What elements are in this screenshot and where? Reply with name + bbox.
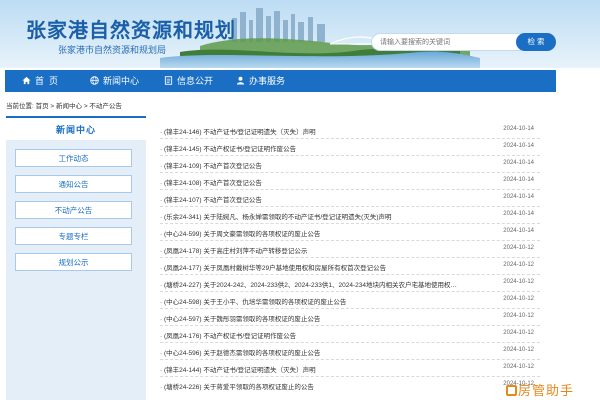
sidebar-item-work-news[interactable]: 工作动态 [15, 149, 132, 167]
news-title[interactable]: · (锦丰24-109) 不动产首次登记公告 [160, 160, 490, 170]
list-item[interactable]: · (乐余24-341) 关于陆婉凡、杨永婵需领取的不动产证书/登记证明遗失(灭… [160, 207, 540, 224]
news-title[interactable]: · (锦丰24-107) 不动产首次登记公告 [160, 194, 490, 204]
news-title[interactable]: · (中心24-599) 关于周文豪需领取的各项权证的废止公告 [160, 228, 490, 238]
news-date: 2024-10-12 [503, 347, 534, 353]
nav-news[interactable]: 新闻中心 [90, 70, 139, 92]
list-item[interactable]: · (中心24-598) 关于王小平、仇培华需领取的各项权证的废止公告 2024-… [160, 292, 540, 309]
news-title[interactable]: · (凤凰24-177) 关于凤凰村戴树华等29户基地使用权和房屋所有权首次登记… [160, 262, 490, 272]
sidebar-item-planning[interactable]: 规划公示 [15, 253, 132, 271]
person-icon [236, 76, 245, 85]
news-title[interactable]: · (凤凰24-178) 关于高庄村刘萍不动产转移登记公示 [160, 245, 490, 255]
news-title[interactable]: · (锦丰24-146) 不动产证书/登记证明遗失（灭失）声明 [160, 126, 490, 136]
news-date: 2024-10-14 [503, 126, 534, 132]
news-date: 2024-10-14 [503, 211, 534, 217]
breadcrumb: 当前位置: 首页 > 新闻中心 > 不动产公告 [6, 103, 122, 110]
news-title[interactable]: · (锦丰24-144) 不动产证书/登记证明遗失（灭失）声明 [160, 364, 490, 374]
list-item[interactable]: · (塘桥24-226) 关于蒋爱平领取的各项权证废止的公告 2024-10-12 [160, 377, 540, 394]
list-item[interactable]: · (锦丰24-107) 不动产首次登记公告 2024-10-14 [160, 190, 540, 207]
watermark-logo-icon [506, 385, 517, 396]
list-item[interactable]: · (锦丰24-144) 不动产证书/登记证明遗失（灭失）声明 2024-10-1… [160, 360, 540, 377]
nav-home-label: 首 页 [35, 76, 59, 86]
list-item[interactable]: · (中心24-599) 关于周文豪需领取的各项权证的废止公告 2024-10-1… [160, 224, 540, 241]
news-title[interactable]: · (乐余24-341) 关于陆婉凡、杨永婵需领取的不动产证书/登记证明遗失(灭… [160, 211, 490, 221]
news-date: 2024-10-12 [503, 330, 534, 336]
news-date: 2024-10-14 [503, 143, 534, 149]
list-item[interactable]: · (锦丰24-145) 不动产权证书/登记证明作废公告 2024-10-14 [160, 139, 540, 156]
list-item[interactable]: · (凤凰24-178) 关于高庄村刘萍不动产转移登记公示 2024-10-12 [160, 241, 540, 258]
news-date: 2024-10-14 [503, 177, 534, 183]
news-title[interactable]: · (锦丰24-108) 不动产首次登记公告 [160, 177, 490, 187]
main-nav: 首 页 新闻中心 信息公开 办事服务 [5, 70, 556, 92]
site-subtitle: 张家港市自然资源和规划局 [58, 45, 167, 55]
globe-icon [90, 76, 99, 85]
news-title[interactable]: · (塘桥24-227) 关于2024-242、2024-233供2、2024-… [160, 279, 490, 289]
nav-service-label: 办事服务 [249, 76, 286, 86]
sidebar-item-notices[interactable]: 通知公告 [15, 175, 132, 193]
list-item[interactable]: · (凤凰24-176) 不动产权证书/登记证明作废公告 2024-10-12 [160, 326, 540, 343]
sidebar-title: 新闻中心 [6, 116, 146, 140]
nav-news-label: 新闻中心 [103, 76, 140, 86]
news-date: 2024-10-14 [503, 160, 534, 166]
watermark: 房管助手 [506, 380, 574, 399]
site-title: 张家港自然资源和规划 [26, 20, 236, 42]
sidebar: 新闻中心 工作动态 通知公告 不动产公告 专题专栏 规划公示 [6, 116, 146, 400]
search-button[interactable]: 检 索 [516, 33, 556, 51]
news-date: 2024-10-12 [503, 313, 534, 319]
news-date: 2024-10-12 [503, 364, 534, 370]
nav-info-label: 信息公开 [177, 76, 214, 86]
watermark-text: 房管助手 [518, 384, 575, 399]
list-item[interactable]: · (锦丰24-109) 不动产首次登记公告 2024-10-14 [160, 156, 540, 173]
news-title[interactable]: · (锦丰24-145) 不动产权证书/登记证明作废公告 [160, 143, 490, 153]
news-date: 2024-10-14 [503, 194, 534, 200]
nav-home[interactable]: 首 页 [22, 70, 58, 92]
list-item[interactable]: · (锦丰24-146) 不动产证书/登记证明遗失（灭失）声明 2024-10-1… [160, 122, 540, 139]
list-item[interactable]: · (塘桥24-227) 关于2024-242、2024-233供2、2024-… [160, 275, 540, 292]
sidebar-item-real-estate[interactable]: 不动产公告 [15, 201, 132, 219]
home-icon [22, 76, 31, 85]
search-bar: 检 索 [371, 33, 556, 51]
news-title[interactable]: · (中心24-596) 关于赵德杰需领取的各项权证的废止公告 [160, 347, 490, 357]
list-item[interactable]: · (锦丰24-108) 不动产首次登记公告 2024-10-14 [160, 173, 540, 190]
nav-info[interactable]: 信息公开 [164, 70, 213, 92]
news-title[interactable]: · (中心24-598) 关于王小平、仇培华需领取的各项权证的废止公告 [160, 296, 490, 306]
header-banner: 张家港自然资源和规划 张家港市自然资源和规划局 检 索 [0, 0, 600, 68]
news-date: 2024-10-12 [503, 245, 534, 251]
list-item[interactable]: · (中心24-597) 关于魏彤羽需领取的各项权证的废止公告 2024-10-1… [160, 309, 540, 326]
list-item[interactable]: · (中心24-596) 关于赵德杰需领取的各项权证的废止公告 2024-10-1… [160, 343, 540, 360]
news-date: 2024-10-12 [503, 262, 534, 268]
news-title[interactable]: · (中心24-597) 关于魏彤羽需领取的各项权证的废止公告 [160, 313, 490, 323]
sidebar-item-topics[interactable]: 专题专栏 [15, 227, 132, 245]
news-title[interactable]: · (塘桥24-226) 关于蒋爱平领取的各项权证废止的公告 [160, 381, 490, 391]
news-date: 2024-10-14 [503, 228, 534, 234]
list-item[interactable]: · (凤凰24-177) 关于凤凰村戴树华等29户基地使用权和房屋所有权首次登记… [160, 258, 540, 275]
nav-service[interactable]: 办事服务 [236, 70, 285, 92]
news-date: 2024-10-12 [503, 296, 534, 302]
news-title[interactable]: · (凤凰24-176) 不动产权证书/登记证明作废公告 [160, 330, 490, 340]
document-icon [164, 76, 173, 85]
news-date: 2024-10-12 [503, 279, 534, 285]
search-input[interactable] [371, 33, 521, 51]
